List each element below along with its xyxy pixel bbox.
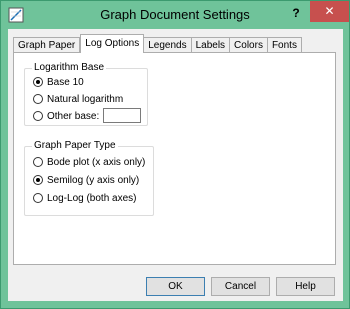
log-options-panel: Logarithm Base Base 10 Natural logarithm…	[13, 52, 336, 265]
radio-base-10[interactable]: Base 10	[33, 75, 84, 89]
radio-button[interactable]	[33, 193, 43, 203]
radio-button-checked[interactable]	[33, 175, 43, 185]
tab-graph-paper[interactable]: Graph Paper	[13, 37, 81, 53]
title-bar[interactable]: Graph Document Settings ? ✕	[1, 1, 349, 29]
help-button[interactable]: Help	[276, 277, 335, 296]
graph-paper-type-title: Graph Paper Type	[32, 140, 118, 152]
dialog-body: Graph Paper Log Options Legends Labels C…	[8, 29, 343, 301]
radio-button-checked[interactable]	[33, 77, 43, 87]
radio-button[interactable]	[33, 111, 43, 121]
radio-bode-plot[interactable]: Bode plot (x axis only)	[33, 155, 145, 169]
tab-colors[interactable]: Colors	[230, 37, 268, 53]
tab-log-options[interactable]: Log Options	[80, 34, 145, 53]
close-button[interactable]: ✕	[310, 1, 349, 22]
tab-legends[interactable]: Legends	[144, 37, 192, 53]
radio-other-base-label: Other base:	[47, 110, 100, 122]
other-base-input[interactable]	[103, 108, 141, 123]
radio-base-10-label: Base 10	[47, 76, 84, 88]
tab-labels[interactable]: Labels	[191, 37, 231, 53]
logarithm-base-group: Logarithm Base Base 10 Natural logarithm…	[24, 62, 148, 126]
radio-bode-plot-label: Bode plot (x axis only)	[47, 156, 146, 168]
graph-paper-type-group: Graph Paper Type Bode plot (x axis only)…	[24, 140, 154, 216]
app-icon	[8, 7, 24, 23]
help-icon[interactable]: ?	[284, 3, 308, 23]
cancel-button[interactable]: Cancel	[211, 277, 270, 296]
ok-button[interactable]: OK	[146, 277, 205, 296]
radio-semilog-label: Semilog (y axis only)	[47, 174, 140, 186]
tab-strip: Graph Paper Log Options Legends Labels C…	[13, 34, 302, 53]
radio-button[interactable]	[33, 94, 43, 104]
logarithm-base-title: Logarithm Base	[32, 62, 107, 74]
radio-semilog[interactable]: Semilog (y axis only)	[33, 173, 139, 187]
tab-fonts[interactable]: Fonts	[267, 37, 302, 53]
radio-log-log-label: Log-Log (both axes)	[47, 192, 137, 204]
button-bar: OK Cancel Help	[8, 273, 343, 301]
radio-natural-log[interactable]: Natural logarithm	[33, 92, 123, 106]
radio-button[interactable]	[33, 157, 43, 167]
dialog-window: Graph Document Settings ? ✕ Graph Paper …	[0, 0, 350, 309]
radio-log-log[interactable]: Log-Log (both axes)	[33, 191, 137, 205]
radio-natural-log-label: Natural logarithm	[47, 93, 124, 105]
radio-other-base[interactable]: Other base:	[33, 109, 99, 123]
